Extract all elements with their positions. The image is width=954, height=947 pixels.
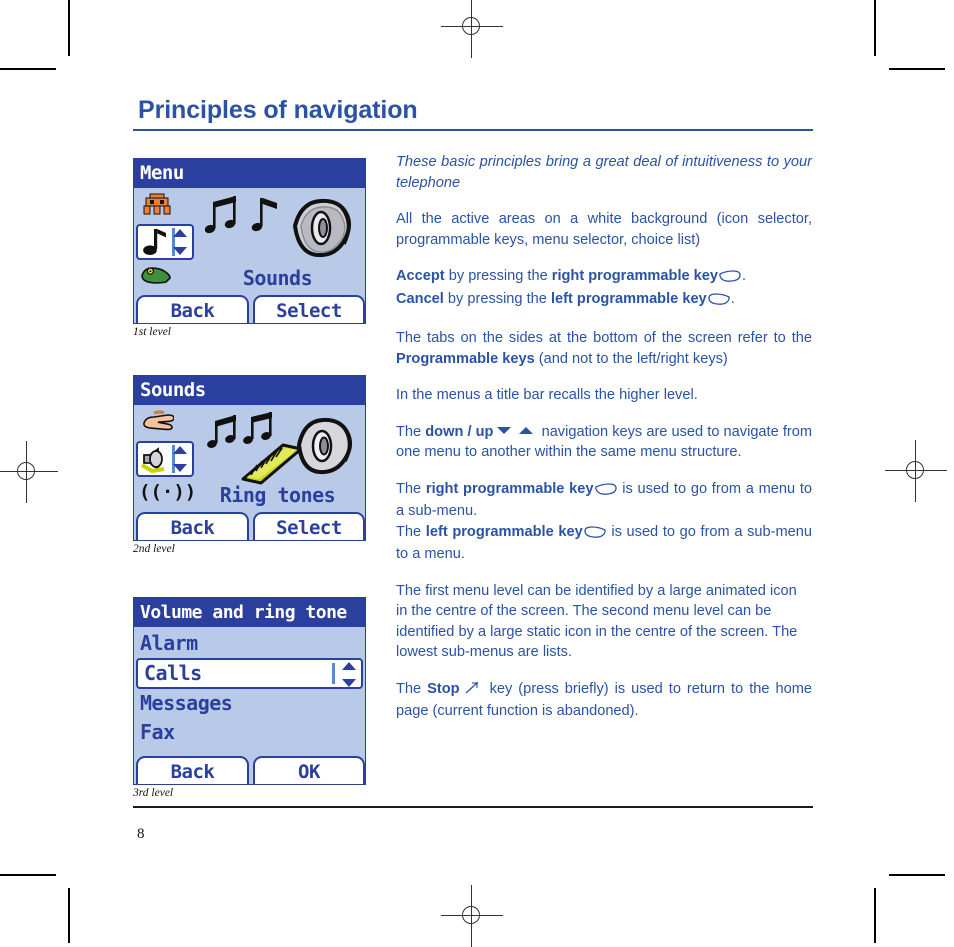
cancel-mid-text: by pressing the — [443, 291, 551, 307]
right-programmable-key-label: right programmable key — [551, 268, 719, 284]
spinner-down-icon[interactable] — [172, 464, 187, 472]
screen-1-tab-back[interactable]: Back — [136, 295, 249, 323]
spinner-up-icon[interactable] — [341, 662, 356, 670]
screen-1-tabs: Back Select — [134, 292, 365, 323]
right-programmable-key-icon — [719, 268, 741, 289]
right-programmable-key-icon — [594, 481, 617, 502]
arrow-up-icon — [519, 426, 534, 434]
page-number: 8 — [137, 826, 145, 842]
spinner-down-icon[interactable] — [341, 679, 356, 687]
spinner-up-icon[interactable] — [172, 446, 187, 454]
left-programmable-key-icon — [584, 524, 606, 545]
screen-3-tab-back[interactable]: Back — [136, 756, 249, 784]
accept-mid-text: by pressing the — [444, 268, 552, 284]
screen-2-body: ((·)) Ring tones — [134, 405, 365, 509]
screen-2-selected-icon-box[interactable] — [136, 441, 194, 477]
list-item-label: Calls — [144, 661, 202, 685]
screen-1-icon-below[interactable] — [140, 264, 172, 290]
paragraph-intro: These basic principles bring a great dea… — [396, 154, 812, 191]
screen-3-caption: 3rd level — [133, 787, 174, 799]
paragraph-navigation-keys: The down / up navigation keys are used t… — [396, 422, 812, 463]
screen-2-large-static-icon — [205, 409, 357, 485]
phone-screen-2: Sounds ((·)) Ring tones Back Select — [133, 375, 366, 541]
title-rule — [133, 129, 813, 131]
screen-1-caption: 1st level — [133, 326, 171, 338]
screen-3-tab-ok[interactable]: OK — [253, 756, 365, 784]
screen-1-selected-icon-box[interactable] — [136, 224, 194, 260]
screen-1-title-bar: Menu — [134, 159, 365, 188]
left-programmable-key-label: left programmable key — [550, 291, 707, 307]
screen-3-list: Alarm Calls Messages Fax — [134, 627, 365, 747]
phone-screen-3: Volume and ring tone Alarm Calls Message… — [133, 597, 366, 785]
screen-2-tab-select[interactable]: Select — [253, 512, 365, 540]
speaker-volume-icon — [140, 447, 165, 473]
manual-page: Principles of navigation 8 Menu Sounds B… — [0, 0, 954, 943]
screen-1-icon-selector[interactable] — [138, 190, 192, 218]
arrow-down-icon — [497, 426, 512, 434]
right-key-text-a: The — [396, 480, 426, 497]
right-programmable-key-label-2: right programmable key — [425, 480, 594, 497]
left-programmable-key-icon — [708, 291, 730, 312]
accept-label: Accept — [396, 268, 445, 284]
screen-2-title-bar: Sounds — [134, 376, 365, 405]
screen-3-tabs: Back OK — [134, 753, 365, 784]
paragraph-accept-cancel: Accept by pressing the right programmabl… — [396, 266, 812, 312]
stop-label: Stop — [427, 680, 460, 697]
screen-1-center-label: Sounds — [242, 266, 313, 290]
stop-key-icon — [464, 681, 480, 702]
screenshot-1st-level: Menu Sounds Back Select 1st level — [133, 158, 366, 338]
screen-2-caption: 2nd level — [133, 543, 175, 555]
spinner-up-icon[interactable] — [172, 229, 187, 237]
left-programmable-key-label-2: left programmable key — [425, 523, 583, 540]
list-item[interactable]: Messages — [134, 689, 365, 718]
list-item[interactable]: Alarm — [134, 629, 365, 658]
frog-icon — [141, 267, 171, 284]
screen-1-spinner[interactable] — [170, 229, 189, 255]
stop-text-a: The — [396, 680, 428, 697]
list-item-selected[interactable]: Calls — [136, 658, 363, 689]
ringing-icon[interactable]: ((·)) — [139, 481, 196, 503]
screen-1-body: Sounds — [134, 188, 365, 292]
screen-2-tabs: Back Select — [134, 509, 365, 540]
screen-2-center-label: Ring tones — [219, 483, 336, 507]
nav-text-a: The — [396, 423, 426, 440]
tabs-text-c: (and not to the left/right keys) — [534, 350, 728, 367]
paragraph-active-areas: All the active areas on a white backgrou… — [396, 211, 812, 248]
paragraph-title-bar: In the menus a title bar recalls the hig… — [396, 387, 698, 403]
music-note-icon — [143, 229, 166, 255]
down-up-label: down / up — [425, 423, 494, 440]
body-copy-column: These basic principles bring a great dea… — [396, 152, 812, 722]
left-key-text-a: The — [396, 523, 426, 540]
games-icon — [143, 193, 171, 215]
screenshot-3rd-level: Volume and ring tone Alarm Calls Message… — [133, 597, 366, 799]
screen-2-spinner[interactable] — [170, 446, 189, 472]
screen-1-tab-select[interactable]: Select — [253, 295, 365, 323]
screen-3-selector-divider — [332, 663, 335, 684]
paragraph-programmable-key-usage: The right programmable key is used to go… — [396, 479, 812, 565]
screen-3-spinner[interactable] — [339, 662, 358, 687]
speaker-with-keyboard-icon — [207, 412, 352, 485]
speaker-with-notes-icon — [204, 196, 351, 258]
paragraph-menu-levels: The first menu level can be identified b… — [396, 581, 812, 663]
page-title: Principles of navigation — [138, 96, 418, 124]
screen-2-icon-selector[interactable] — [138, 407, 192, 433]
cancel-label: Cancel — [396, 291, 444, 307]
screenshot-2nd-level: Sounds ((·)) Ring tones Back Select 2nd … — [133, 375, 366, 555]
tabs-text-a: The tabs on the sides at the bottom of t… — [396, 330, 812, 346]
footer-rule — [133, 806, 813, 808]
hand-pointer-icon — [143, 410, 174, 431]
screen-2-tab-back[interactable]: Back — [136, 512, 249, 540]
spinner-down-icon[interactable] — [172, 247, 187, 255]
phone-screen-1: Menu Sounds Back Select — [133, 158, 366, 324]
programmable-keys-label: Programmable keys — [396, 350, 535, 367]
paragraph-tabs: The tabs on the sides at the bottom of t… — [396, 328, 812, 369]
screen-1-large-animated-icon — [204, 192, 357, 262]
screen-3-title-bar: Volume and ring tone — [134, 598, 365, 627]
paragraph-stop-key: The Stop key (press briefly) is used to … — [396, 679, 812, 722]
list-item[interactable]: Fax — [134, 718, 365, 747]
